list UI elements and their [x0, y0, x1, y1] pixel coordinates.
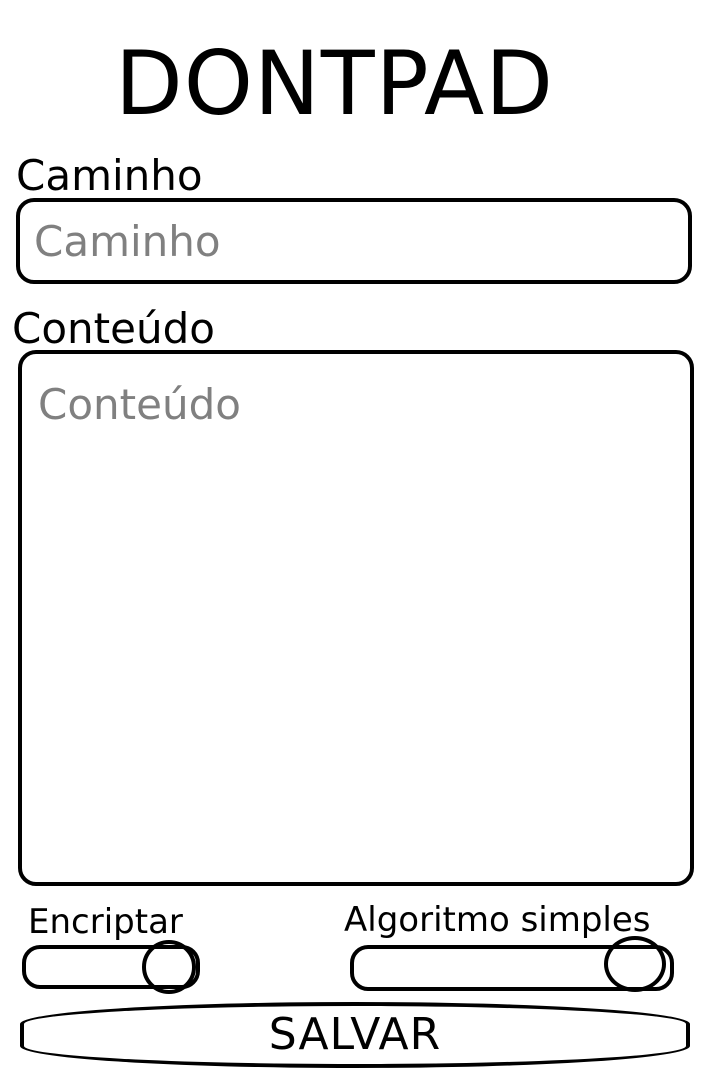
path-input[interactable]	[20, 202, 688, 280]
app-title: DONTPAD	[115, 32, 555, 135]
content-field[interactable]	[18, 350, 694, 886]
encrypt-toggle-knob[interactable]	[142, 940, 196, 994]
save-button[interactable]: SALVAR	[20, 1002, 690, 1068]
content-textarea[interactable]	[22, 354, 690, 882]
content-label: Conteúdo	[12, 304, 215, 353]
path-field[interactable]	[16, 198, 692, 284]
encrypt-toggle-label: Encriptar	[28, 902, 183, 942]
path-label: Caminho	[16, 151, 203, 200]
simple-algorithm-toggle-knob[interactable]	[604, 936, 666, 992]
simple-algorithm-toggle-label: Algoritmo simples	[344, 900, 651, 940]
